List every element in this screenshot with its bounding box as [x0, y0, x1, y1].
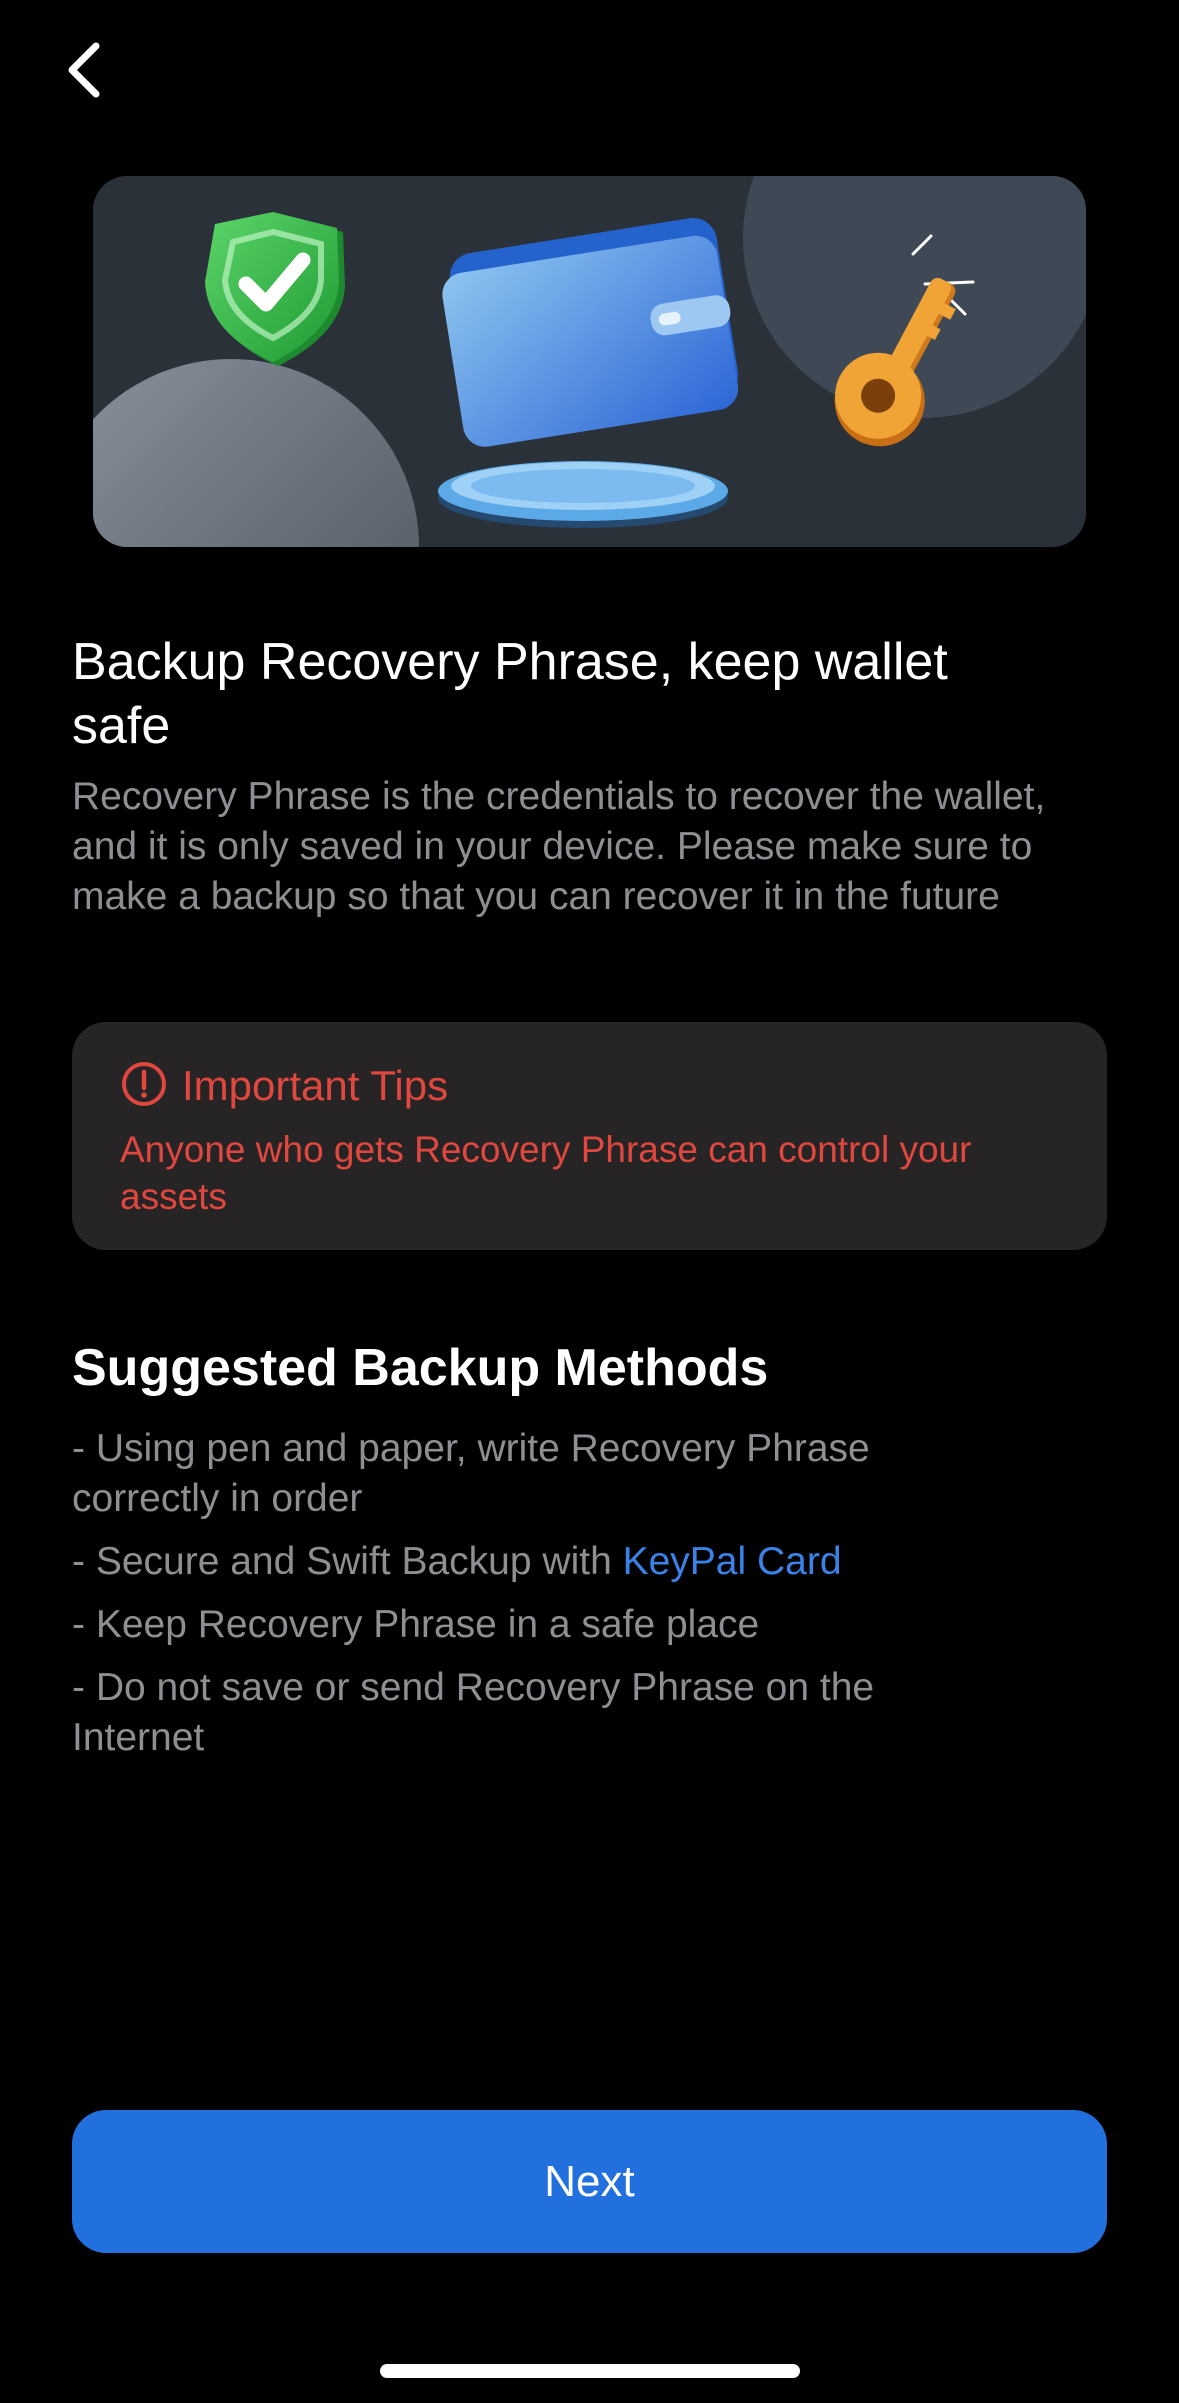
decor-circle-left [93, 359, 419, 547]
shield-check-icon [205, 212, 345, 366]
alert-circle-icon [120, 1060, 168, 1113]
list-item: - Keep Recovery Phrase in a safe place [72, 1603, 760, 1646]
list-item-text: - Secure and Swift Backup with [72, 1540, 623, 1583]
list-item: - Using pen and paper, write Recovery Ph… [72, 1427, 870, 1520]
page-title: Backup Recovery Phrase, keep wallet safe [72, 633, 948, 755]
backup-methods-list: - Using pen and paper, write Recovery Ph… [72, 1424, 972, 1776]
hero-illustration [93, 176, 1086, 547]
keypal-card-link[interactable]: KeyPal Card [623, 1540, 842, 1583]
next-button[interactable]: Next [72, 2110, 1107, 2253]
list-item: - Do not save or send Recovery Phrase on… [72, 1666, 875, 1759]
home-indicator [380, 2364, 800, 2378]
methods-title: Suggested Backup Methods [72, 1339, 769, 1397]
important-tips-card: Important Tips Anyone who gets Recovery … [72, 1022, 1107, 1250]
back-button[interactable] [52, 36, 116, 108]
list-item: - Secure and Swift Backup with KeyPal Ca… [72, 1537, 972, 1587]
chevron-left-icon [64, 40, 104, 105]
wallet-icon [438, 218, 739, 528]
intro-description: Recovery Phrase is the credentials to re… [72, 775, 1046, 918]
tips-text: Anyone who gets Recovery Phrase can cont… [120, 1129, 972, 1217]
tips-title: Important Tips [182, 1062, 449, 1109]
